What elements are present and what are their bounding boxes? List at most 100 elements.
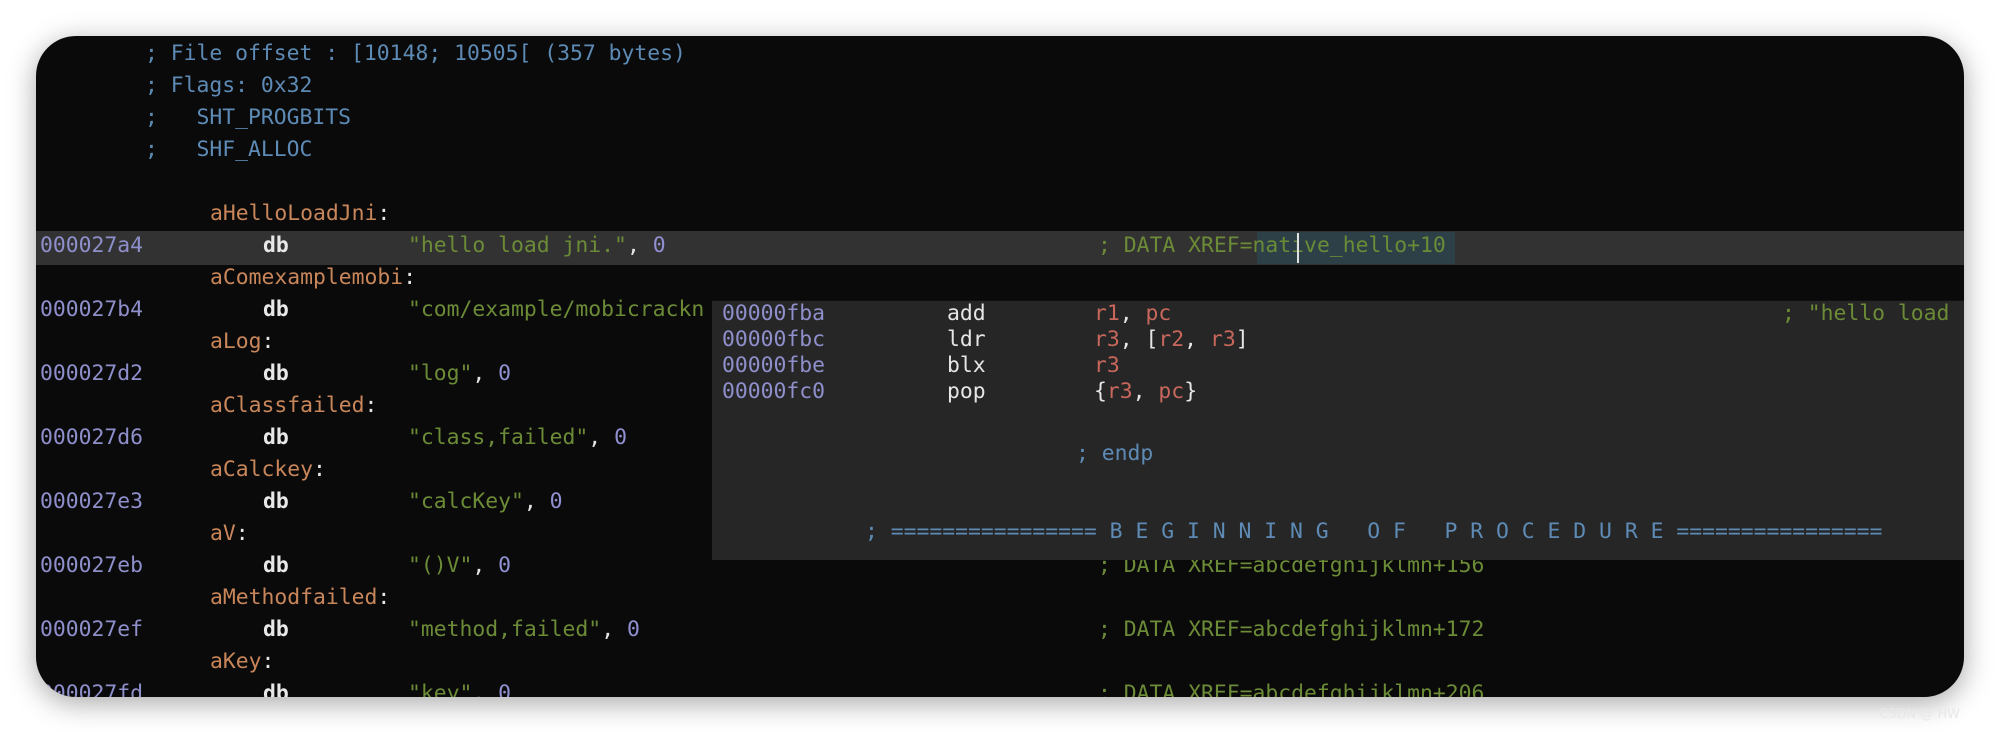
address[interactable]: 000027a4 <box>40 230 143 262</box>
address[interactable]: 000027b4 <box>40 294 143 326</box>
operand-register: r2 <box>1158 327 1185 352</box>
label-colon: : <box>403 265 417 290</box>
label-colon: : <box>377 201 391 226</box>
table-row[interactable]: 000027fd db "key", 0 ; DATA XREF=abcdefghij… <box>40 678 1940 697</box>
address[interactable]: 000027ef <box>40 614 143 646</box>
symbol-label[interactable]: aV: <box>210 518 249 550</box>
operand-register: r3 <box>1094 327 1120 352</box>
label-name[interactable]: aKey <box>210 649 262 674</box>
terminator: 0 <box>498 681 512 697</box>
operands: r1, pc <box>1094 301 1171 327</box>
endp-comment: ; endp <box>1076 441 1154 466</box>
operands: {r3, pc} <box>1094 379 1197 405</box>
label-name[interactable]: aCalckey <box>210 457 313 482</box>
xref-comment[interactable]: ; DATA XREF=abcdefghijklmn+206 <box>1098 678 1484 697</box>
separator: , <box>626 233 653 258</box>
xref-comment[interactable]: ; DATA XREF=native_hello+10 <box>1098 230 1446 262</box>
operand-register: r3 <box>1106 379 1133 404</box>
symbol-label[interactable]: aLog: <box>210 326 274 358</box>
operand-separator: , <box>1184 327 1210 352</box>
data-value: "method,failed", 0 <box>408 614 640 646</box>
xref-comment[interactable]: ; DATA XREF=abcdefghijklmn+172 <box>1098 614 1484 646</box>
separator: , <box>523 489 550 514</box>
table-row[interactable]: 000027ef db "method,failed", 0 ; DATA XREF=… <box>40 614 1940 646</box>
terminator: 0 <box>498 361 512 386</box>
label-colon: : <box>377 585 391 610</box>
instruction-line[interactable]: 00000fbe blx r3 <box>712 353 1964 379</box>
data-value: "key", 0 <box>408 678 511 697</box>
watermark: CSDN @ HW <box>1879 707 1960 722</box>
hover-preview-popup: 00000fba add r1, pc ; "hello load 00000fbc ld… <box>712 300 1964 560</box>
instruction-line[interactable]: 00000fc0 pop {r3, pc} <box>712 379 1964 405</box>
terminator: 0 <box>549 489 563 514</box>
string-literal: "method,failed" <box>408 617 602 642</box>
data-value: "log", 0 <box>408 358 511 390</box>
label-colon: : <box>261 649 275 674</box>
symbol-label[interactable]: aClassfailed: <box>210 390 377 422</box>
label-name[interactable]: aClassfailed <box>210 393 365 418</box>
address[interactable]: 000027d2 <box>40 358 143 390</box>
symbol-label[interactable]: aKey: <box>210 646 274 678</box>
string-literal: "calcKey" <box>408 489 524 514</box>
operand-brace: } <box>1184 379 1198 404</box>
directive: db <box>263 553 289 578</box>
instruction-address[interactable]: 00000fba <box>722 301 825 327</box>
label-name[interactable]: aComexamplemobi <box>210 265 403 290</box>
table-row[interactable]: 000027a4 db "hello load jni.", 0 ; DATA XRE… <box>40 230 1940 262</box>
label-colon: : <box>364 393 378 418</box>
symbol-label[interactable]: aHelloLoadJni: <box>210 198 390 230</box>
terminator: 0 <box>626 617 640 642</box>
string-literal: "com/example/mobicrackn <box>408 297 705 322</box>
directive: db <box>263 233 289 258</box>
instruction-line[interactable]: 00000fbc ldr r3, [r2, r3] <box>712 327 1964 353</box>
address[interactable]: 000027d6 <box>40 422 143 454</box>
separator: , <box>601 617 627 642</box>
operand-register: r1 <box>1094 301 1120 326</box>
directive: db <box>263 617 289 642</box>
string-literal: "log" <box>408 361 473 386</box>
instruction-address[interactable]: 00000fbe <box>722 353 825 379</box>
operand-separator: , <box>1132 379 1159 404</box>
operand-register: r3 <box>1209 327 1236 352</box>
data-value: "class,failed", 0 <box>408 422 627 454</box>
string-literal: "class,failed" <box>408 425 589 450</box>
instruction-address[interactable]: 00000fbc <box>722 327 825 353</box>
instruction-address[interactable]: 00000fc0 <box>722 379 825 405</box>
directive: db <box>263 425 289 450</box>
operands: r3, [r2, r3] <box>1094 327 1249 353</box>
mnemonic: blx <box>947 353 986 378</box>
directive: db <box>263 361 289 386</box>
label-name[interactable]: aLog <box>210 329 262 354</box>
symbol-label[interactable]: aComexamplemobi: <box>210 262 416 294</box>
operand-register: pc <box>1145 301 1172 326</box>
operand-separator: , [ <box>1119 327 1159 352</box>
label-name[interactable]: aHelloLoadJni <box>210 201 377 226</box>
symbol-label[interactable]: aCalckey: <box>210 454 326 486</box>
mnemonic: pop <box>947 379 986 404</box>
directive: db <box>263 681 289 697</box>
symbol-label[interactable]: aMethodfailed: <box>210 582 390 614</box>
string-literal: "hello load jni." <box>408 233 627 258</box>
address[interactable]: 000027eb <box>40 550 143 582</box>
label-name[interactable]: aMethodfailed <box>210 585 377 610</box>
operands: r3 <box>1094 353 1120 379</box>
section-comment-progbits: ; SHT_PROGBITS <box>145 105 352 130</box>
section-comment-alloc: ; SHF_ALLOC <box>145 137 313 162</box>
label-colon: : <box>235 521 249 546</box>
address[interactable]: 000027e3 <box>40 486 143 518</box>
section-comment-file-offset: ; File offset : [10148; 10505[ (357 byte… <box>145 41 686 66</box>
address[interactable]: 000027fd <box>40 678 143 697</box>
disassembly-window: ; File offset : [10148; 10505[ (357 byte… <box>36 36 1964 697</box>
string-literal: "key" <box>408 681 473 697</box>
separator: , <box>588 425 615 450</box>
operand-register: pc <box>1158 379 1185 404</box>
xref-target[interactable]: native_hello+10 <box>1253 233 1446 258</box>
data-value: "calcKey", 0 <box>408 486 563 518</box>
label-name[interactable]: aV <box>210 521 236 546</box>
operand-separator: , <box>1119 301 1146 326</box>
instruction-line[interactable]: 00000fba add r1, pc ; "hello load <box>712 301 1964 327</box>
data-value: "()V", 0 <box>408 550 511 582</box>
operand-register: r3 <box>1094 353 1120 378</box>
label-colon: : <box>313 457 326 482</box>
mnemonic: ldr <box>947 327 986 352</box>
